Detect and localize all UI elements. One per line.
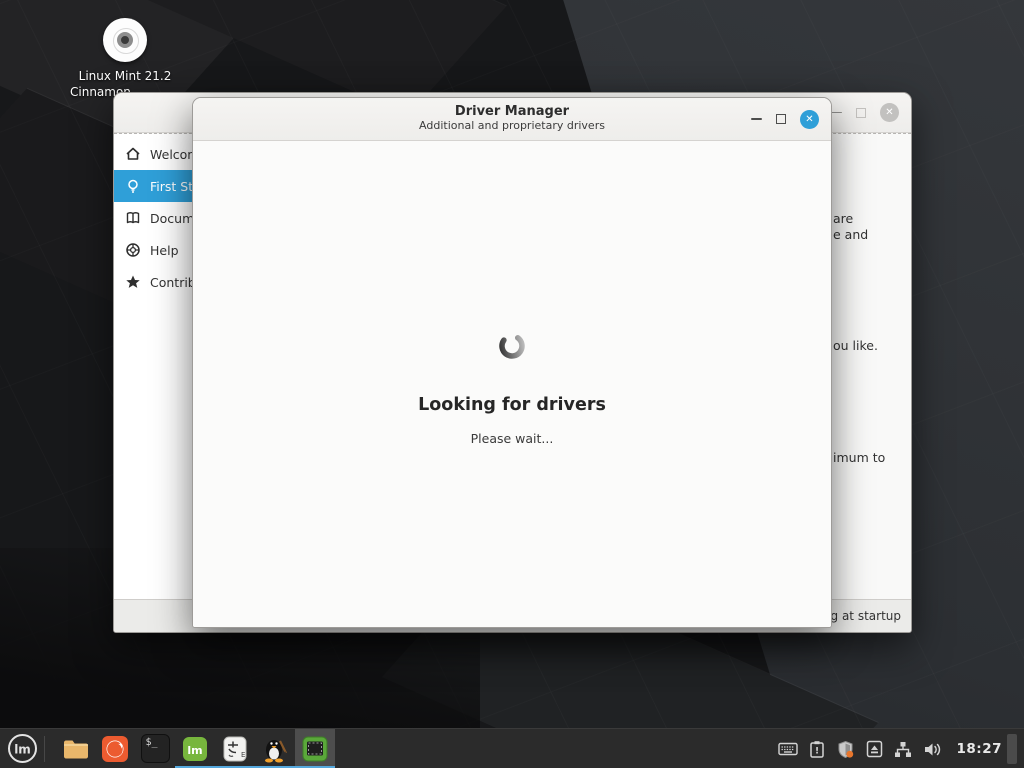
driver-manager-titlebar[interactable]: Driver Manager Additional and proprietar…: [193, 98, 831, 141]
svg-text:E: E: [241, 751, 245, 759]
welcome-text-fragment: e and: [833, 227, 868, 242]
svg-text:lm: lm: [187, 744, 202, 757]
terminal-launcher[interactable]: $_: [135, 729, 175, 768]
removable-media-icon[interactable]: [866, 740, 883, 758]
mint-logo-icon: lm: [7, 733, 38, 764]
driver-manager-content: Looking for drivers Please wait...: [193, 141, 831, 627]
show-desktop-button[interactable]: [1007, 734, 1017, 764]
help-icon: [125, 242, 141, 258]
star-icon: [125, 274, 141, 290]
minimize-button[interactable]: [751, 118, 762, 120]
welcome-text-fragment: imum to: [833, 450, 885, 465]
lightbulb-icon: [125, 178, 141, 194]
close-button[interactable]: ✕: [880, 103, 899, 122]
taskbar-window-character-map[interactable]: E: [215, 729, 255, 768]
status-heading: Looking for drivers: [193, 395, 831, 415]
status-message: Please wait...: [193, 431, 831, 446]
startup-checkbox-label[interactable]: g at startup: [831, 609, 901, 623]
disc-hole: [121, 36, 129, 44]
welcome-text-fragment: are: [833, 211, 853, 226]
welcome-text-fragment: ou like.: [833, 338, 878, 353]
terminal-icon: $_: [141, 734, 170, 763]
taskbar-clock[interactable]: 18:27: [957, 741, 1002, 757]
home-icon: [125, 146, 141, 162]
keyboard-layout-icon[interactable]: [778, 741, 798, 757]
mint-welcome-icon: lm: [181, 735, 209, 763]
network-icon[interactable]: [894, 741, 912, 758]
system-tray: ! 18:27: [778, 729, 1002, 768]
mint-menu-button[interactable]: lm: [0, 729, 44, 768]
minimize-button[interactable]: [831, 112, 842, 114]
taskbar: lm $_ lm E: [0, 728, 1024, 768]
desktop-icon-install-disc[interactable]: Linux Mint 21.2 Cinnamon: [60, 18, 190, 100]
sidebar-item-label: Help: [150, 243, 179, 258]
driver-manager-window: Driver Manager Additional and proprietar…: [192, 97, 832, 628]
character-map-icon: E: [221, 735, 249, 763]
close-button[interactable]: ✕: [800, 110, 819, 129]
folder-icon: [60, 734, 90, 764]
desktop-icon-label-line1: Linux Mint 21.2: [79, 69, 172, 83]
tux-penguin-icon: [261, 735, 289, 763]
taskbar-window-driver-manager[interactable]: [295, 729, 335, 768]
terminal-glyph: $_: [146, 737, 158, 748]
files-launcher[interactable]: [55, 729, 95, 768]
taskbar-window-tux-app[interactable]: [255, 729, 295, 768]
firefox-launcher[interactable]: [95, 729, 135, 768]
reports-clipboard-icon[interactable]: !: [809, 740, 825, 758]
taskbar-window-welcome[interactable]: lm: [175, 729, 215, 768]
firefox-icon: [100, 734, 130, 764]
screen-app-icon: [301, 735, 329, 763]
window-title: Driver Manager: [193, 104, 831, 119]
book-icon: [125, 210, 141, 226]
volume-icon[interactable]: [923, 741, 942, 758]
maximize-button[interactable]: [856, 108, 866, 118]
taskbar-separator: [44, 736, 45, 762]
svg-text:lm: lm: [14, 743, 31, 757]
window-subtitle: Additional and proprietary drivers: [193, 119, 831, 132]
loading-spinner-icon: [497, 331, 527, 361]
maximize-button[interactable]: [776, 114, 786, 124]
svg-text:!: !: [814, 747, 818, 757]
update-manager-shield-icon[interactable]: [836, 740, 855, 759]
disc-icon: [103, 18, 147, 62]
